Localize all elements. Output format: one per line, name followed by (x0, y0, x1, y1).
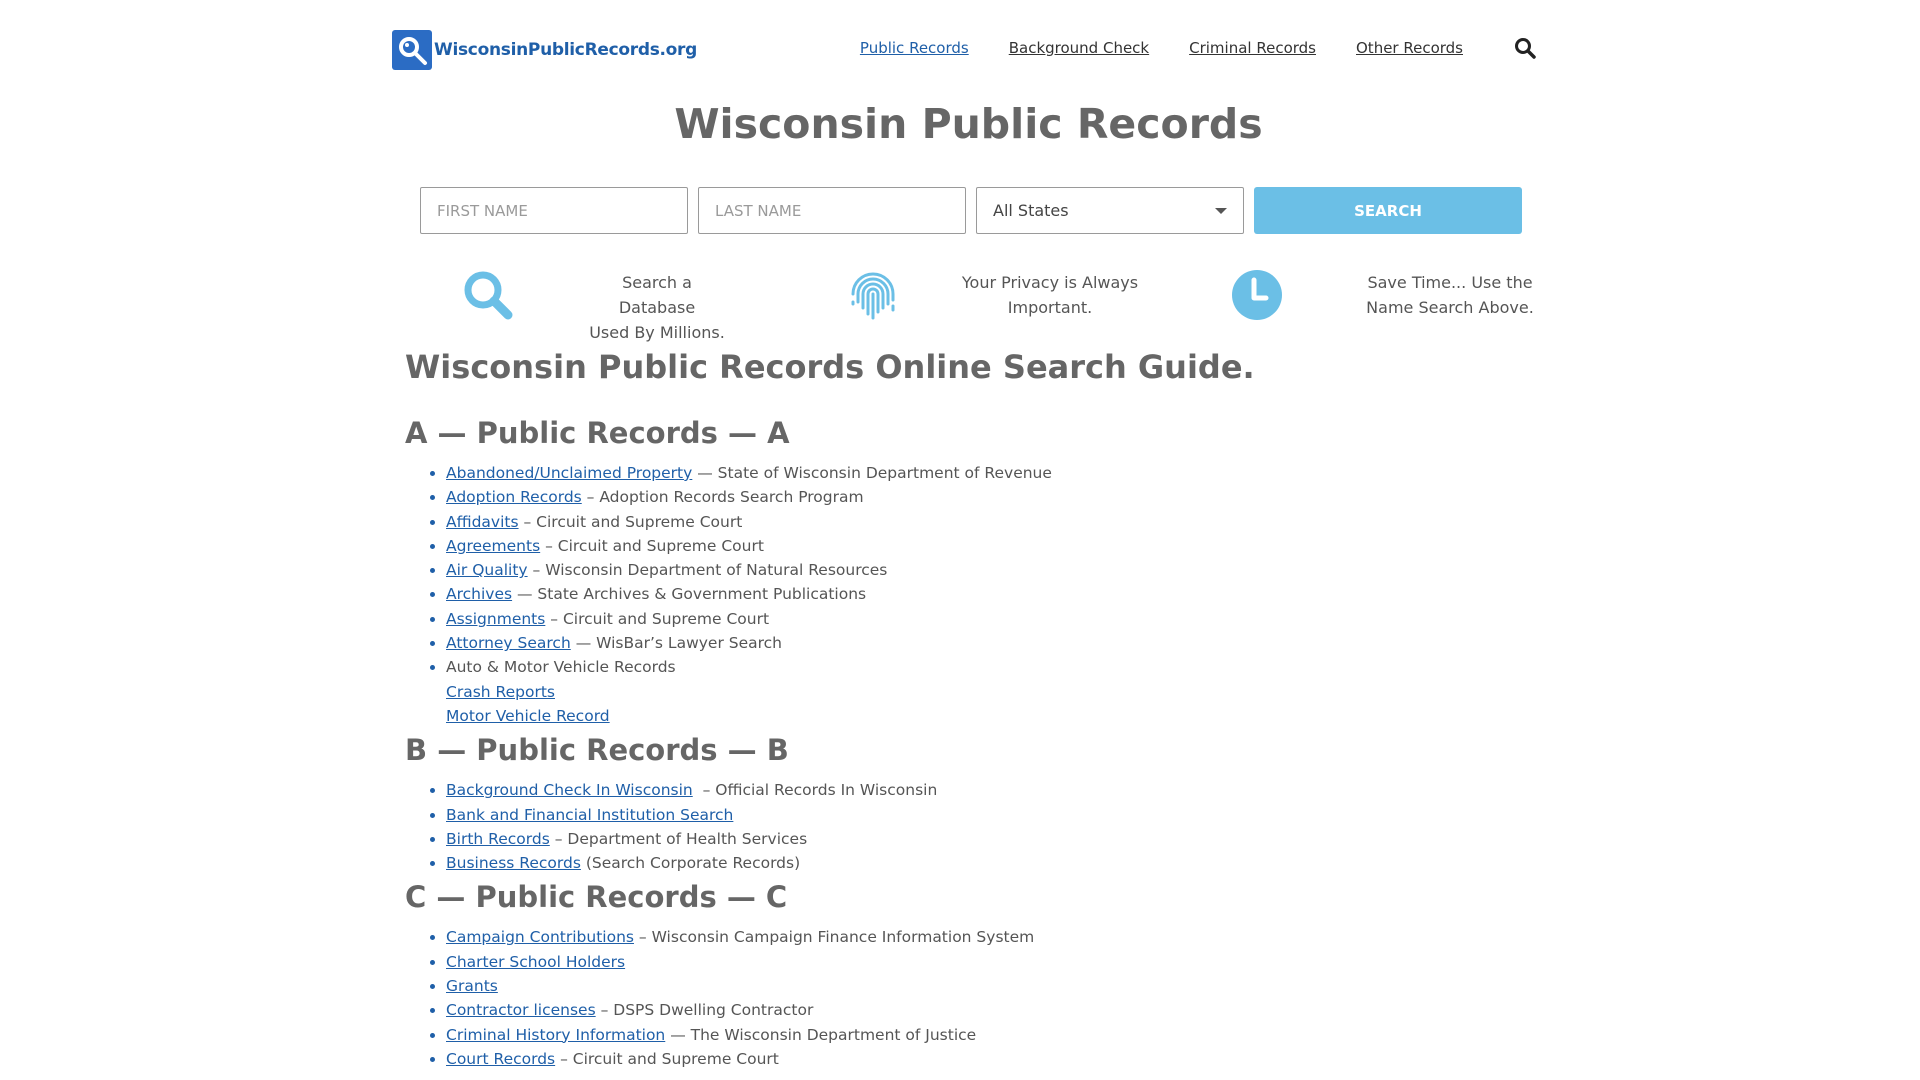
list-item: Criminal History Information — The Wisco… (446, 1023, 1555, 1047)
record-link[interactable]: Assignments (446, 610, 545, 628)
section-a-title: A — Public Records — A (405, 416, 790, 450)
list-item: Auto & Motor Vehicle Records Crash Repor… (446, 655, 1555, 728)
list-item: Affidavits – Circuit and Supreme Court (446, 510, 1555, 534)
record-link[interactable]: Affidavits (446, 513, 519, 531)
record-link[interactable]: Business Records (446, 854, 581, 872)
record-desc: — The Wisconsin Department of Justice (665, 1025, 977, 1044)
record-link[interactable]: Criminal History Information (446, 1026, 665, 1044)
nav-background-check[interactable]: Background Check (1009, 39, 1149, 57)
nav-public-records[interactable]: Public Records (860, 39, 969, 57)
last-name-input[interactable] (698, 187, 966, 234)
record-link[interactable]: Background Check In Wisconsin (446, 781, 693, 799)
record-desc: – Circuit and Supreme Court (518, 512, 743, 531)
record-desc: — WisBar’s Lawyer Search (570, 634, 783, 653)
list-item: Adoption Records – Adoption Records Sear… (446, 485, 1555, 509)
record-link[interactable]: Court Records (446, 1050, 555, 1068)
record-group-label: Auto & Motor Vehicle Records (446, 658, 676, 677)
list-item: Campaign Contributions – Wisconsin Campa… (446, 925, 1555, 949)
search-button[interactable]: SEARCH (1254, 187, 1522, 234)
guide-title: Wisconsin Public Records Online Search G… (405, 348, 1255, 386)
list-item: Birth Records – Department of Health Ser… (446, 827, 1555, 851)
fingerprint-icon (845, 268, 901, 328)
record-link[interactable]: Attorney Search (446, 634, 571, 652)
record-desc: – Official Records In Wisconsin (692, 781, 938, 800)
state-select[interactable]: All States (976, 187, 1244, 234)
record-link[interactable]: Abandoned/Unclaimed Property (446, 464, 692, 482)
section-b-title: B — Public Records — B (405, 733, 789, 768)
record-desc: – Adoption Records Search Program (581, 488, 864, 507)
record-link[interactable]: Contractor licenses (446, 1001, 596, 1019)
section-c-title: C — Public Records — C (405, 880, 788, 915)
record-desc: – DSPS Dwelling Contractor (595, 1001, 814, 1020)
record-link[interactable]: Charter School Holders (446, 953, 625, 971)
list-item: Assignments – Circuit and Supreme Court (446, 607, 1555, 631)
list-item: Air Quality – Wisconsin Department of Na… (446, 558, 1555, 582)
site-header: WisconsinPublicRecords.org Public Record… (392, 28, 1537, 72)
record-link[interactable]: Bank and Financial Institution Search (446, 806, 733, 824)
records-guide: Wisconsin Public Records Online Search G… (405, 345, 1555, 1073)
list-item: Abandoned/Unclaimed Property — State of … (446, 461, 1555, 485)
list-item: Attorney Search — WisBar’s Lawyer Search (446, 631, 1555, 655)
list-item: Bank and Financial Institution Search (446, 803, 1555, 827)
record-link[interactable]: Birth Records (446, 830, 550, 848)
page-title: Wisconsin Public Records (674, 100, 1263, 148)
record-link[interactable]: Adoption Records (446, 488, 582, 506)
record-desc: – Circuit and Supreme Court (540, 536, 764, 555)
feature-database-text: Search a Database Used By Millions. (589, 273, 725, 342)
logo-text: WisconsinPublicRecords.org (434, 40, 698, 60)
clock-icon (1230, 268, 1286, 328)
feature-privacy-text: Your Privacy is Always Important. (961, 273, 1139, 317)
record-desc: – Wisconsin Department of Natural Resour… (527, 561, 888, 580)
record-link[interactable]: Air Quality (446, 561, 528, 579)
list-item: Background Check In Wisconsin – Official… (446, 778, 1555, 802)
section-c-list: Campaign Contributions – Wisconsin Campa… (405, 925, 1555, 1071)
record-desc: – Circuit and Supreme Court (545, 609, 770, 628)
record-desc: – Department of Health Services (549, 829, 808, 848)
record-sublink[interactable]: Crash Reports (446, 680, 1555, 704)
record-desc: (Search Corporate Records) (580, 854, 801, 873)
record-link[interactable]: Agreements (446, 537, 540, 555)
magnifier-icon (460, 268, 518, 328)
site-logo[interactable]: WisconsinPublicRecords.org (392, 30, 697, 70)
record-link[interactable]: Grants (446, 977, 498, 995)
first-name-input[interactable] (420, 187, 688, 234)
record-sublink[interactable]: Motor Vehicle Record (446, 704, 1555, 728)
section-b-list: Background Check In Wisconsin – Official… (405, 778, 1555, 875)
logo-magnifier-icon (392, 30, 432, 70)
section-a-list: Abandoned/Unclaimed Property — State of … (405, 461, 1555, 728)
list-item: Agreements – Circuit and Supreme Court (446, 534, 1555, 558)
feature-save-time-text: Save Time... Use the Name Search Above. (1366, 273, 1534, 317)
name-search-form: All States SEARCH (420, 187, 1522, 234)
list-item: Business Records (Search Corporate Recor… (446, 851, 1555, 875)
record-desc: – Wisconsin Campaign Finance Information… (633, 928, 1035, 947)
search-icon[interactable] (1513, 36, 1537, 60)
feature-strip: Search a Database Used By Millions. Your… (460, 264, 1540, 342)
record-link[interactable]: Campaign Contributions (446, 928, 634, 946)
record-desc: — State of Wisconsin Department of Reven… (692, 464, 1052, 482)
main-nav: Public Records Background Check Criminal… (820, 36, 1537, 60)
record-link[interactable]: Archives (446, 585, 512, 603)
list-item: Grants (446, 974, 1555, 998)
list-item: Archives — State Archives & Government P… (446, 582, 1555, 606)
list-item: Contractor licenses – DSPS Dwelling Cont… (446, 998, 1555, 1022)
record-desc: – Circuit and Supreme Court (555, 1049, 779, 1068)
nav-other-records[interactable]: Other Records (1356, 39, 1463, 57)
list-item: Charter School Holders (446, 950, 1555, 974)
chevron-down-icon (1215, 207, 1227, 214)
nav-criminal-records[interactable]: Criminal Records (1189, 39, 1316, 57)
state-select-value: All States (993, 201, 1069, 220)
record-desc: — State Archives & Government Publicatio… (512, 585, 867, 604)
list-item: Court Records – Circuit and Supreme Cour… (446, 1047, 1555, 1071)
